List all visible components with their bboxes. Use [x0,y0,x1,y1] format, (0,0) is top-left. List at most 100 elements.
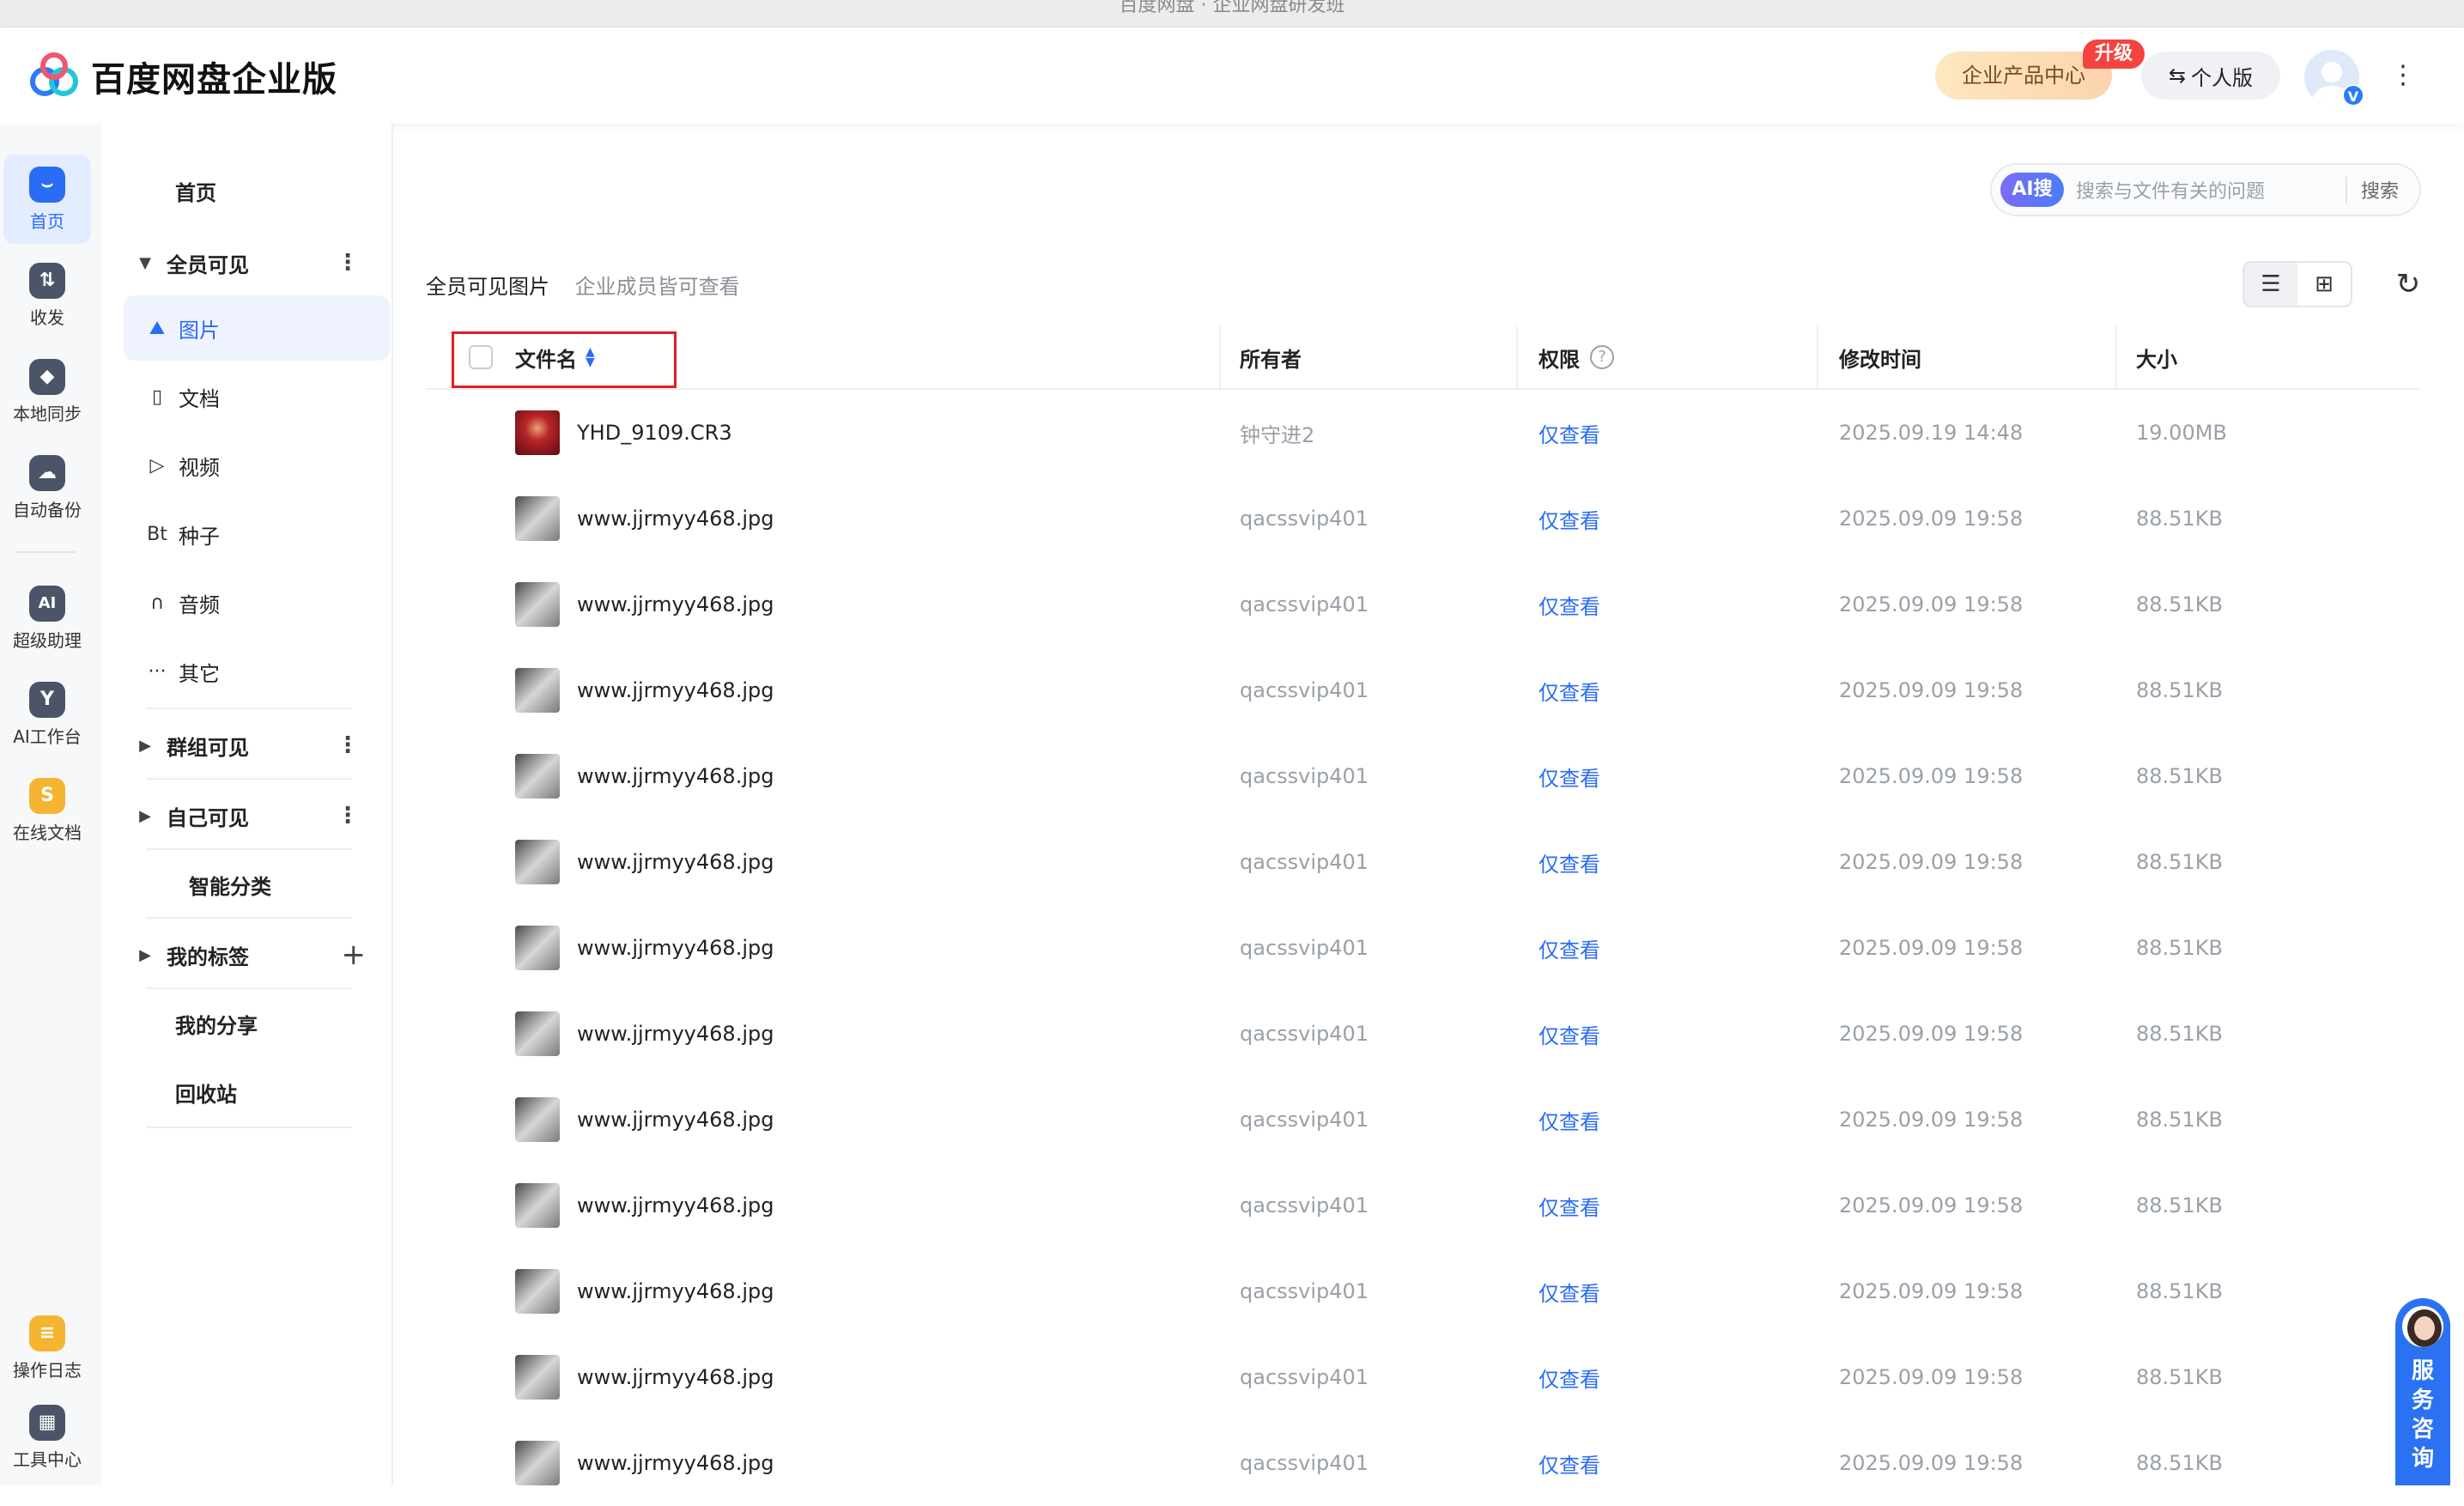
table-row[interactable]: www.jjrmyy468.jpg qacssvip401 仅查看 2025.09.0… [426,562,2421,647]
file-name[interactable]: www.jjrmyy468.jpg [577,1279,774,1303]
file-name-cell[interactable]: www.jjrmyy468.jpg [515,1334,774,1420]
grid-view-icon[interactable]: ⊞ [2297,263,2351,306]
rail-item-sync[interactable]: ◆ 本地同步 [3,347,91,436]
nav-home[interactable]: 首页 [124,158,391,223]
file-name[interactable]: www.jjrmyy468.jpg [577,764,774,788]
rail-item-transfer[interactable]: ⇅ 收发 [3,251,91,340]
file-name[interactable]: www.jjrmyy468.jpg [577,507,774,531]
file-name-cell[interactable]: www.jjrmyy468.jpg [515,819,774,905]
nav-sub-video[interactable]: ▷ 视频 [124,433,391,498]
more-menu-icon[interactable]: ⋮ [2390,60,2416,91]
file-name[interactable]: www.jjrmyy468.jpg [577,1193,774,1218]
file-name[interactable]: www.jjrmyy468.jpg [577,678,774,702]
rail-item-ai-assistant[interactable]: AI 超级助理 [3,574,91,663]
file-name-cell[interactable]: www.jjrmyy468.jpg [515,476,774,562]
header-name[interactable]: 文件名 ▲ ▼ [515,326,595,388]
file-name-cell[interactable]: www.jjrmyy468.jpg [515,1248,774,1334]
rail-item-operation-log[interactable]: ≡ 操作日志 [3,1303,91,1393]
rail-item-online-doc[interactable]: S 在线文档 [3,766,91,855]
more-options-icon[interactable]: ⋮ [337,250,359,276]
file-name-cell[interactable]: www.jjrmyy468.jpg [515,733,774,819]
table-row[interactable]: www.jjrmyy468.jpg qacssvip401 仅查看 2025.09.0… [426,905,2421,991]
file-name-cell[interactable]: www.jjrmyy468.jpg [515,1420,774,1506]
nav-divider [146,1126,352,1128]
file-name-cell[interactable]: www.jjrmyy468.jpg [515,905,774,991]
file-name-cell[interactable]: www.jjrmyy468.jpg [515,991,774,1077]
file-name-cell[interactable]: YHD_9109.CR3 [515,390,732,476]
table-row[interactable]: www.jjrmyy468.jpg qacssvip401 仅查看 2025.09.0… [426,733,2421,819]
file-permission[interactable]: 仅查看 [1538,991,1600,1077]
table-row[interactable]: www.jjrmyy468.jpg qacssvip401 仅查看 2025.09.0… [426,1163,2421,1248]
file-name-cell[interactable]: www.jjrmyy468.jpg [515,1077,774,1163]
file-permission[interactable]: 仅查看 [1538,647,1600,733]
file-name-cell[interactable]: www.jjrmyy468.jpg [515,647,774,733]
table-row[interactable]: www.jjrmyy468.jpg qacssvip401 仅查看 2025.09.0… [426,1077,2421,1163]
nav-smart-category[interactable]: 智能分类 [124,852,391,917]
file-name[interactable]: www.jjrmyy468.jpg [577,1365,774,1389]
file-name-cell[interactable]: www.jjrmyy468.jpg [515,1163,774,1248]
more-options-icon[interactable]: ⋮ [337,803,359,829]
file-permission[interactable]: 仅查看 [1538,733,1600,819]
file-permission[interactable]: 仅查看 [1538,1334,1600,1420]
file-permission[interactable]: 仅查看 [1538,1248,1600,1334]
nav-sub-torrent[interactable]: Bt 种子 [124,501,391,567]
nav-sub-other[interactable]: ··· 其它 [124,639,391,704]
more-options-icon[interactable]: ⋮ [337,732,359,758]
table-row[interactable]: www.jjrmyy468.jpg qacssvip401 仅查看 2025.09.0… [426,819,2421,905]
sort-icon[interactable]: ▲ ▼ [586,346,595,368]
file-name-cell[interactable]: www.jjrmyy468.jpg [515,562,774,647]
app-logo[interactable]: 百度网盘企业版 [27,52,337,101]
nav-my-tags[interactable]: ▶ 我的标签 + [124,922,391,987]
table-row[interactable]: YHD_9109.CR3 钟守进2 仅查看 2025.09.19 14:48 19.00… [426,390,2421,476]
nav-sub-audio[interactable]: ∩ 音频 [124,570,391,635]
table-row[interactable]: www.jjrmyy468.jpg qacssvip401 仅查看 2025.09.0… [426,1248,2421,1334]
file-permission[interactable]: 仅查看 [1538,476,1600,562]
top-bar: 百度网盘企业版 企业产品中心 升级 ⇆ 个人版 V ⋮ [0,27,2464,124]
file-name[interactable]: www.jjrmyy468.jpg [577,1451,774,1475]
table-row[interactable]: www.jjrmyy468.jpg qacssvip401 仅查看 2025.09.0… [426,1334,2421,1420]
nav-group-visible[interactable]: ▶ 群组可见 ⋮ [124,713,391,778]
upgrade-badge[interactable]: 升级 [2083,39,2145,69]
file-name[interactable]: www.jjrmyy468.jpg [577,1108,774,1132]
nav-all-visible[interactable]: ▼ 全员可见 ⋮ [124,230,391,295]
nav-sub-image[interactable]: ⛰ 图片 [124,295,390,361]
rail-item-home[interactable]: ⌣ 首页 [3,155,91,244]
search-button[interactable]: 搜索 [2361,176,2399,203]
file-permission[interactable]: 仅查看 [1538,1077,1600,1163]
file-permission[interactable]: 仅查看 [1538,819,1600,905]
ai-search-box[interactable]: AI搜 搜索与文件有关的问题 搜索 [1990,163,2421,216]
nav-self-visible[interactable]: ▶ 自己可见 ⋮ [124,783,391,848]
table-row[interactable]: www.jjrmyy468.jpg qacssvip401 仅查看 2025.09.0… [426,476,2421,562]
file-permission[interactable]: 仅查看 [1538,562,1600,647]
table-row[interactable]: www.jjrmyy468.jpg qacssvip401 仅查看 2025.09.0… [426,647,2421,733]
personal-edition-button[interactable]: ⇆ 个人版 [2141,52,2280,100]
search-input[interactable]: 搜索与文件有关的问题 [2076,176,2347,203]
nav-recycle-bin[interactable]: 回收站 [124,1060,391,1125]
file-permission[interactable]: 仅查看 [1538,390,1600,476]
file-thumbnail [515,496,560,541]
service-consult-button[interactable]: 服务咨询 [2395,1298,2450,1485]
file-name[interactable]: www.jjrmyy468.jpg [577,936,774,960]
rail-item-backup[interactable]: ☁ 自动备份 [3,443,91,532]
help-icon[interactable]: ? [1590,345,1614,369]
file-owner: qacssvip401 [1240,1022,1369,1046]
checkbox[interactable] [469,345,493,369]
file-name[interactable]: www.jjrmyy468.jpg [577,592,774,616]
rail-item-tool-center[interactable]: ▦ 工具中心 [3,1393,91,1482]
refresh-icon[interactable]: ↻ [2388,264,2428,304]
add-tag-icon[interactable]: + [342,938,367,972]
select-all-checkbox[interactable] [469,326,493,388]
table-row[interactable]: www.jjrmyy468.jpg qacssvip401 仅查看 2025.09.0… [426,991,2421,1077]
table-row[interactable]: www.jjrmyy468.jpg qacssvip401 仅查看 2025.09.0… [426,1420,2421,1506]
list-view-icon[interactable]: ☰ [2244,263,2297,306]
file-name[interactable]: www.jjrmyy468.jpg [577,1022,774,1046]
rail-divider [15,551,76,553]
file-permission[interactable]: 仅查看 [1538,905,1600,991]
file-permission[interactable]: 仅查看 [1538,1420,1600,1506]
file-permission[interactable]: 仅查看 [1538,1163,1600,1248]
nav-sub-document[interactable]: ▯ 文档 [124,364,391,429]
file-name[interactable]: YHD_9109.CR3 [577,421,732,445]
rail-item-ai-workbench[interactable]: Y AI工作台 [3,670,91,759]
nav-my-share[interactable]: 我的分享 [124,991,391,1056]
file-name[interactable]: www.jjrmyy468.jpg [577,850,774,874]
